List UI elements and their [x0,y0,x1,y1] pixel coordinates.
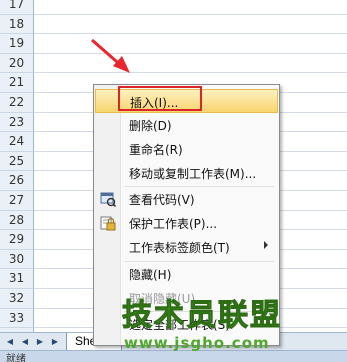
menu-item-view-code[interactable]: 查看代码(V) [95,187,278,211]
menu-item-label: 移动或复制工作表(M)... [129,167,257,181]
status-text: 就绪 [6,354,26,362]
menu-item-protect-sheet[interactable]: 保护工作表(P)... [95,211,278,235]
menu-item-select-all-sheets[interactable]: 选定全部工作表(S) [95,312,278,336]
menu-item-label: 重命名(R) [129,143,183,157]
menu-item-delete[interactable]: 删除(D) [95,113,278,137]
menu-item-label: 隐藏(H) [129,268,172,282]
view-code-icon [100,191,117,208]
menu-item-label: 查看代码(V) [129,193,195,207]
menu-item-label: 工作表标签颜色(T) [129,241,230,255]
sheet-tab-context-menu: 插入(I)... 删除(D) 重命名(R) 移动或复制工作表(M)... 查看代… [93,84,280,346]
menu-item-tab-color[interactable]: 工作表标签颜色(T) [95,235,278,259]
next-sheet-nav-icon[interactable]: ▶ [35,336,45,347]
menu-item-label: 删除(D) [129,119,172,133]
last-sheet-nav-icon[interactable]: ▶ [50,336,60,347]
menu-item-label: 保护工作表(P)... [129,217,218,231]
prev-sheet-nav-icon[interactable]: ◀ [20,336,30,347]
status-bar: 就绪 [0,350,347,362]
menu-item-unhide: 取消隐藏(U)... [95,286,278,310]
submenu-arrow-icon [264,241,268,249]
annotation-highlight-box [118,86,202,111]
menu-item-label: 取消隐藏(U)... [129,292,207,306]
protect-sheet-icon [100,215,116,231]
first-sheet-nav-icon[interactable]: ◀ [5,336,15,347]
menu-item-move-copy[interactable]: 移动或复制工作表(M)... [95,161,278,185]
menu-item-label: 选定全部工作表(S) [129,318,230,332]
menu-item-hide[interactable]: 隐藏(H) [95,262,278,286]
menu-item-rename[interactable]: 重命名(R) [95,137,278,161]
